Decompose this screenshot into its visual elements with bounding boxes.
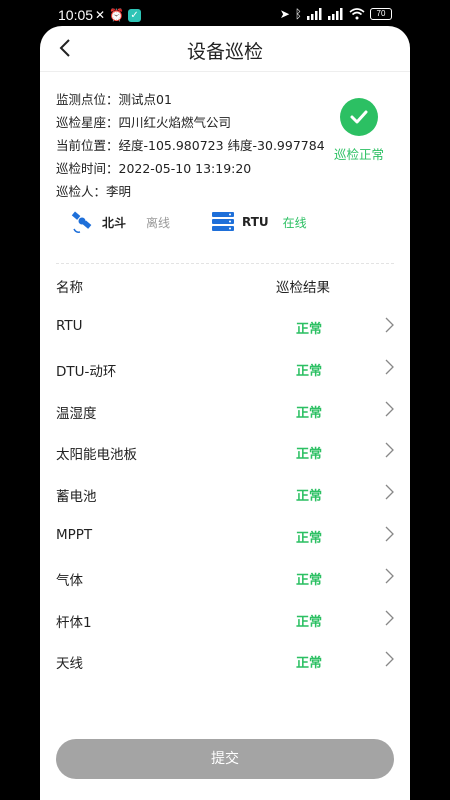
chevron-right-icon [385,610,394,626]
check-circle-icon [340,98,378,136]
header: 设备巡检 [40,26,410,72]
chevron-right-icon [385,401,394,417]
satellite-icon [71,211,92,233]
item-result: 正常 [296,405,323,421]
item-name: MPPT [56,526,93,543]
status-text: 巡检正常 [333,147,384,162]
connection-row: 北斗 离线 RTU 在线 [70,209,390,239]
item-result: 正常 [296,322,323,337]
connection-name: 北斗 [102,215,127,230]
connection-rtu: RTU 在线 [210,209,307,235]
chevron-right-icon [385,651,394,667]
battery-icon: 70 [370,8,392,20]
item-result: 正常 [296,489,323,505]
item-name: DTU-动环 [56,363,117,380]
item-result: 正常 [296,447,323,463]
server-icon [212,212,234,231]
chevron-right-icon [385,568,394,584]
item-name: 气体 [56,572,83,589]
list-item[interactable]: DTU-动环 正常 [56,348,396,390]
status-indicator: 巡检正常 [322,94,396,163]
item-name: RTU [56,318,83,334]
signal-icon-2 [328,8,343,20]
submit-button[interactable]: 提交 [56,739,394,779]
info-inspector: 巡检人：李明 [56,184,132,199]
list-item[interactable]: MPPT 正常 [56,515,396,557]
item-result: 正常 [296,363,323,379]
chevron-right-icon [385,526,394,542]
item-name: 蓄电池 [56,489,97,506]
chevron-right-icon [385,317,394,333]
location-icon: ➤ [279,7,290,21]
list-item[interactable]: 温湿度 正常 [56,390,396,432]
item-result: 正常 [296,530,323,546]
connection-name: RTU [242,215,269,229]
item-name: 温湿度 [56,405,97,422]
status-left-icons: ✕ ⏰ ✓ [95,8,142,22]
connection-state: 离线 [146,215,171,230]
item-result: 正常 [296,572,323,588]
list-item[interactable]: RTU 正常 [56,306,396,348]
app-notification-icon: ✓ [128,8,142,22]
divider [56,263,394,264]
item-result: 正常 [296,614,323,630]
item-name: 天线 [56,656,83,673]
column-result-header: 巡检结果 [276,280,330,296]
alarm-icon: ⏰ [109,8,125,22]
list-item[interactable]: 蓄电池 正常 [56,473,396,515]
list-item[interactable]: 杆体1 正常 [56,599,396,641]
mute-icon: ✕ [95,8,106,22]
connection-beidou: 北斗 离线 [70,209,170,235]
item-name: 杆体1 [56,614,92,631]
status-right-icons: ➤ ᛒ 70 [280,7,392,21]
page-title: 设备巡检 [186,41,263,63]
inspection-list: RTU 正常 DTU-动环 正常 温湿度 正常 太阳能电池板 正常 蓄电池 正常… [56,306,396,682]
column-name-header: 名称 [56,280,83,296]
wifi-icon [349,8,365,20]
item-result: 正常 [296,656,323,672]
connection-state: 在线 [282,215,307,230]
bluetooth-icon: ᛒ [294,7,302,21]
list-item[interactable]: 气体 正常 [56,557,396,599]
chevron-right-icon [385,359,394,375]
signal-icon [307,8,322,20]
item-name: 太阳能电池板 [56,447,137,464]
list-item[interactable]: 太阳能电池板 正常 [56,431,396,473]
main-card: 设备巡检 监测点位：测试点01 巡检星座：四川红火焰燃气公司 当前位置：经度-1… [40,26,410,800]
chevron-right-icon [385,484,394,500]
chevron-right-icon [385,442,394,458]
status-time: 10:05 [58,7,94,23]
table-header: 名称 巡检结果 [56,276,394,296]
list-item[interactable]: 天线 正常 [56,640,396,682]
